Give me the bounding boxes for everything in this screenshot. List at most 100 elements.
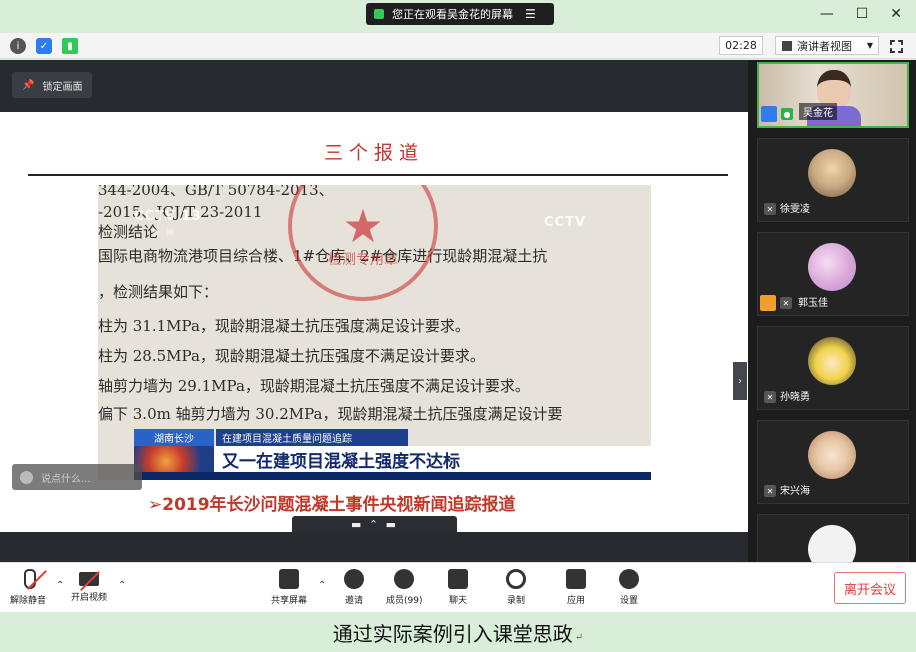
start-video-label: 开启视频 (71, 593, 108, 603)
screen-share-icon (374, 9, 384, 19)
banner-menu-icon[interactable]: ☰ (525, 7, 536, 21)
participant-name: 宋兴海 (780, 486, 810, 497)
document-line: 柱为 31.1MPa，现龄期混凝土抗压强度满足设计要求。 (98, 317, 470, 335)
mic-muted-icon: ✕ (764, 485, 776, 497)
screen-share-banner[interactable]: 您正在观看吴金花的屏幕 ☰ (366, 3, 554, 25)
participant-name: 郭玉佳 (798, 298, 828, 309)
shared-screen-stage: 📌 锁定画面 三个报道 344-2004、GB/T 50784-2013、 -2… (0, 60, 748, 562)
emoji-icon[interactable] (20, 470, 33, 484)
meeting-toolbar: i ✓ ▮ 02:28 演讲者视图 ▼ (0, 33, 916, 59)
avatar (808, 243, 856, 291)
view-mode-icon (782, 40, 792, 51)
participant-tile[interactable]: ✕ 宋兴海 (757, 420, 909, 504)
lock-view-label: 锁定画面 (42, 81, 83, 93)
slide-title: 三个报道 (323, 142, 424, 164)
mic-on-icon: ● (781, 108, 793, 120)
settings-button[interactable]: 设置 (619, 569, 639, 606)
share-screen-label: 共享屏幕 (271, 596, 308, 606)
stamp-text: 检测专用章 (328, 252, 398, 268)
record-label: 录制 (506, 596, 525, 606)
mic-muted-icon: ✕ (764, 391, 776, 403)
host-icon (761, 106, 777, 122)
members-label: 成员(99) (386, 596, 423, 606)
collapse-handle[interactable]: ▬ ⌃ ▬ (292, 516, 457, 532)
chat-placeholder: 说点什么... (41, 473, 91, 485)
stamp-star-icon: ★ (342, 199, 384, 253)
news-topic: 在建项目混凝土质量问题追踪 (216, 429, 408, 446)
official-stamp: ★ 检测专用章 (288, 185, 438, 301)
slide-caption: ➢2019年长沙问题混凝土事件央视新闻追踪报道 (148, 495, 516, 515)
audio-options-icon[interactable]: ⌃ (56, 580, 64, 591)
add-user-icon (344, 569, 364, 589)
meeting-timer: 02:28 (719, 36, 763, 55)
participant-tile[interactable]: ✕ 郭玉佳 (757, 232, 909, 316)
panel-toggle-icon[interactable]: › (733, 362, 747, 400)
participant-name: 徐雯凌 (780, 204, 810, 215)
participants-panel: ● 吴金花 ✕ 徐雯凌 ✕ 郭玉佳 ✕ 孙晓勇 ✕ 宋兴海 (748, 60, 916, 573)
share-screen-button[interactable]: 共享屏幕 (271, 569, 307, 606)
document-line: 柱为 28.5MPa，现龄期混凝土抗压强度不满足设计要求。 (98, 347, 485, 365)
apps-icon (566, 569, 586, 589)
globe-icon (134, 446, 214, 472)
mic-muted-icon: ✕ (764, 203, 776, 215)
participant-tile[interactable]: ✕ 孙晓勇 (757, 326, 909, 410)
close-button[interactable]: ✕ (890, 6, 902, 22)
start-video-button[interactable]: 开启视频 (71, 569, 107, 603)
invite-label: 邀请 (344, 596, 363, 606)
mic-muted-icon: ✕ (780, 297, 792, 309)
share-screen-icon (279, 569, 299, 589)
chevron-down-icon: ▼ (866, 41, 873, 50)
chat-input[interactable]: 说点什么... (12, 464, 142, 490)
caption-text: 通过实际案例引入课堂思政 (332, 621, 573, 646)
document-line: 检测结论 (98, 223, 159, 241)
avatar (808, 149, 856, 197)
participant-tile[interactable] (757, 514, 909, 573)
gear-icon (619, 569, 639, 589)
fullscreen-icon[interactable] (890, 40, 903, 53)
screen-share-text: 您正在观看吴金花的屏幕 (392, 8, 513, 21)
news-headline: 又一在建项目混凝土强度不达标 (214, 446, 651, 472)
user-icon (760, 295, 776, 311)
record-icon (506, 569, 526, 589)
chat-label: 聊天 (448, 596, 467, 606)
minimize-button[interactable]: — (820, 6, 834, 22)
view-mode-label: 演讲者视图 (797, 39, 852, 53)
camera-off-icon (79, 571, 100, 591)
record-button[interactable]: 录制 (506, 569, 526, 606)
meeting-controls: 解除静音 ⌃ 开启视频 ⌃ 共享屏幕 ⌃ 邀请 成员(99) 聊天 录制 应用 … (0, 562, 916, 612)
video-options-icon[interactable]: ⌃ (118, 580, 126, 591)
participant-tile[interactable]: ✕ 徐雯凌 (757, 138, 909, 222)
shield-icon[interactable]: ✓ (36, 38, 52, 54)
unmute-button[interactable]: 解除静音 (10, 569, 47, 606)
maximize-button[interactable]: ☐ (856, 6, 869, 22)
news-screenshot: 344-2004、GB/T 50784-2013、 -2015、JGJ/T 23… (98, 185, 651, 480)
pin-icon: 📌 (22, 79, 35, 91)
news-lower-third: 湖南长沙 在建项目混凝土质量问题追踪 又一在建项目混凝土强度不达标 (134, 429, 651, 480)
view-mode-dropdown[interactable]: 演讲者视图 ▼ (775, 36, 879, 55)
share-options-icon[interactable]: ⌃ (318, 580, 326, 591)
members-icon (394, 569, 415, 589)
avatar (808, 337, 856, 385)
info-icon[interactable]: i (10, 38, 26, 54)
apps-button[interactable]: 应用 (566, 569, 586, 606)
document-line: 轴剪力墙为 29.1MPa，现龄期混凝土抗压强度不满足设计要求。 (98, 377, 530, 395)
participant-name: 孙晓勇 (780, 392, 810, 403)
chat-icon (448, 569, 468, 589)
news-location: 湖南长沙 (134, 429, 214, 446)
members-button[interactable]: 成员(99) (386, 569, 422, 606)
leave-meeting-button[interactable]: 离开会议 (834, 572, 906, 604)
lock-view-button[interactable]: 📌 锁定画面 (12, 72, 93, 98)
meeting-window: 您正在观看吴金花的屏幕 ☰ — ☐ ✕ i ✓ ▮ 02:28 演讲者视图 ▼ … (0, 0, 916, 652)
window-controls: — ☐ ✕ (820, 6, 902, 22)
apps-label: 应用 (566, 596, 585, 606)
invite-button[interactable]: 邀请 (344, 569, 364, 606)
cctv-logo: CCTV 13 (134, 209, 202, 224)
mic-off-icon (24, 569, 47, 590)
signal-icon[interactable]: ▮ (62, 38, 78, 54)
cctv-watermark: CCTV (544, 215, 587, 230)
chat-button[interactable]: 聊天 (448, 569, 468, 606)
document-caption: 通过实际案例引入课堂思政 ↵ (0, 612, 916, 652)
avatar (808, 431, 856, 479)
paragraph-mark: ↵ (574, 631, 584, 643)
participant-tile[interactable]: ● 吴金花 (757, 62, 909, 128)
